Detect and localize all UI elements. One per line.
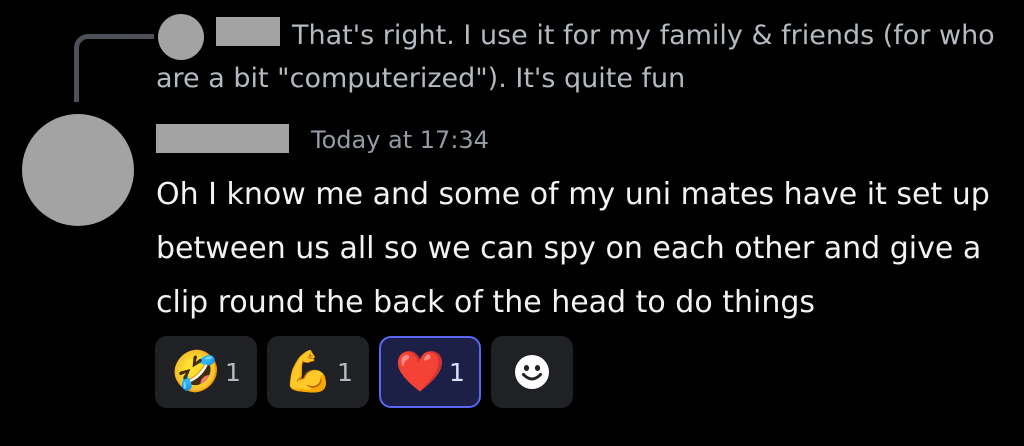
rofl-emoji-icon: 🤣 (171, 349, 221, 395)
red-heart-emoji-icon: ❤️ (395, 349, 445, 395)
reactions-bar: 🤣 1 💪 1 ❤️ 1 (155, 336, 573, 408)
reaction-count: 1 (337, 357, 353, 387)
reaction-heart[interactable]: ❤️ 1 (379, 336, 481, 408)
reaction-count: 1 (225, 357, 241, 387)
reaction-count: 1 (449, 357, 465, 387)
author-avatar[interactable] (22, 114, 134, 226)
flexed-biceps-emoji-icon: 💪 (283, 349, 333, 395)
reply-preview-text[interactable]: That's right. I use it for my family & f… (156, 14, 1006, 100)
reaction-flexed-biceps[interactable]: 💪 1 (267, 336, 369, 408)
author-name-redacted[interactable] (156, 124, 289, 153)
reply-connector (74, 34, 154, 102)
add-reaction-smiley-icon (515, 355, 549, 389)
message-body: Oh I know me and some of my uni mates ha… (156, 177, 990, 320)
reaction-rofl[interactable]: 🤣 1 (155, 336, 257, 408)
message-timestamp: Today at 17:34 (311, 126, 489, 154)
add-reaction-button[interactable] (491, 336, 573, 408)
